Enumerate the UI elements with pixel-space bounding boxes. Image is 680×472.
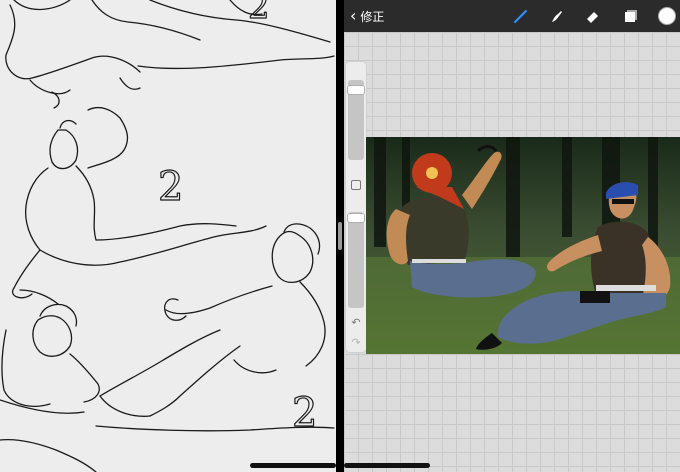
brush-size-slider[interactable]	[348, 80, 364, 160]
smudge-icon[interactable]	[548, 7, 566, 25]
brush-sidebar: ↶ ↷	[346, 62, 366, 352]
drawing-app-pane: ‹ 修正 ↶ ↷	[344, 0, 680, 472]
brush-icon[interactable]	[512, 7, 530, 25]
chevron-left-icon: ‹	[350, 6, 357, 25]
brush-size-knob[interactable]	[348, 86, 364, 94]
undo-icon[interactable]: ↶	[349, 316, 363, 330]
layers-icon[interactable]	[622, 7, 640, 25]
split-view-handle[interactable]	[338, 222, 342, 250]
home-indicator	[250, 463, 336, 468]
redo-icon[interactable]: ↷	[349, 336, 363, 350]
home-indicator-right	[344, 463, 430, 468]
top-toolbar: ‹ 修正	[344, 0, 680, 32]
svg-text:2: 2	[158, 164, 183, 210]
sketch-drawing: 2 2 2	[0, 0, 336, 472]
back-button-label: 修正	[360, 9, 385, 24]
back-button[interactable]: ‹ 修正	[350, 6, 384, 26]
svg-text:2: 2	[292, 390, 317, 436]
artwork-image	[366, 137, 680, 354]
color-picker-button[interactable]	[658, 7, 676, 25]
svg-text:2: 2	[248, 0, 270, 27]
sketch-pane[interactable]: 2 2 2	[0, 0, 336, 472]
eraser-icon[interactable]	[584, 7, 602, 25]
modify-button[interactable]	[351, 180, 361, 190]
opacity-knob[interactable]	[348, 214, 364, 222]
opacity-slider[interactable]	[348, 212, 364, 308]
